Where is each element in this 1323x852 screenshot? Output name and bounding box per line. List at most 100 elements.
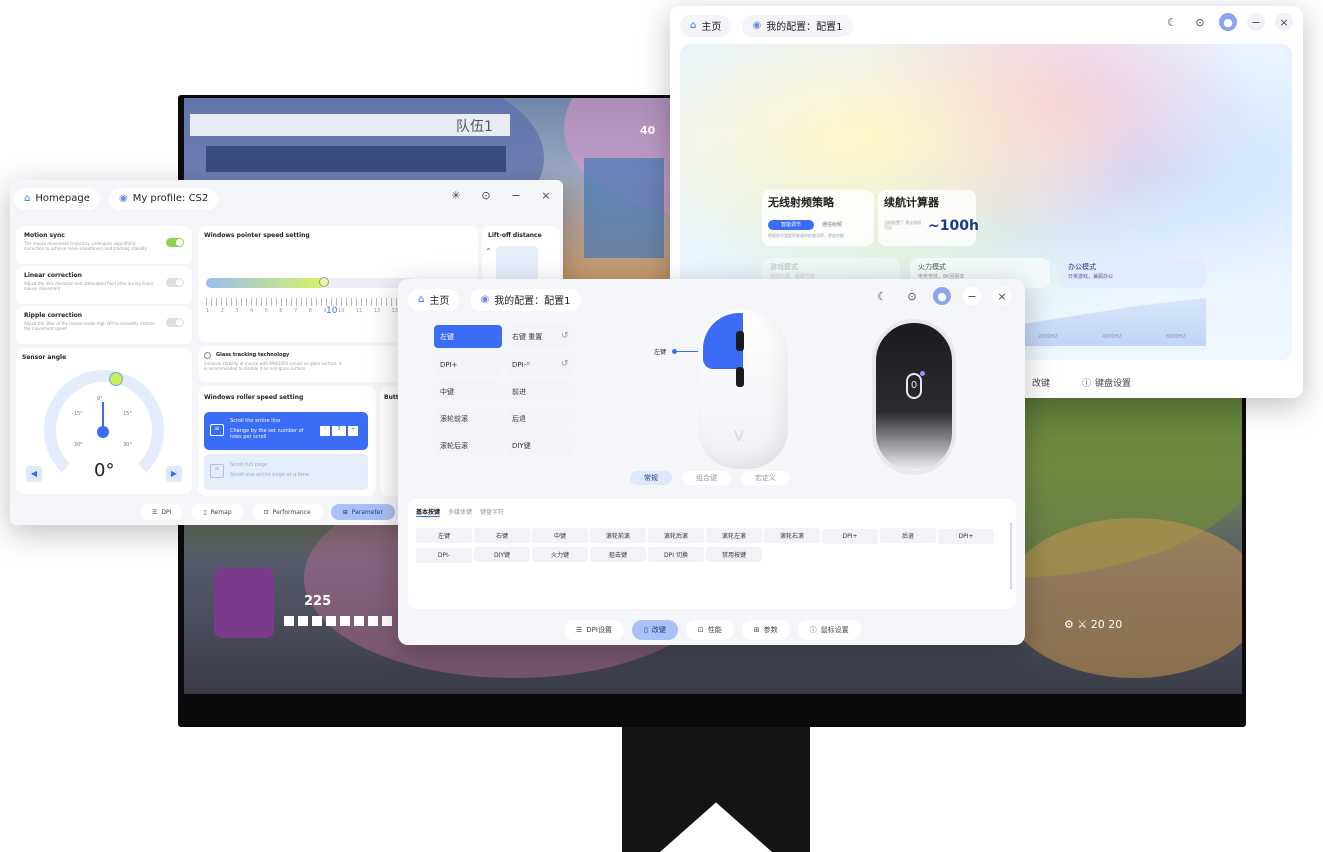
- theme-icon[interactable]: ☾: [1163, 13, 1181, 31]
- footer-remap-button[interactable]: ▯ 改键: [631, 620, 678, 640]
- profile-button[interactable]: ◉ 我的配置：配置1: [742, 14, 853, 37]
- footer-parameter-button[interactable]: ⊞ Parameter: [330, 504, 395, 520]
- key-diy[interactable]: DIY键: [506, 434, 574, 457]
- pointer-speed-scale: 1234567891011121314: [206, 308, 416, 314]
- pointer-speed-handle[interactable]: [319, 277, 329, 287]
- rf-option-smart[interactable]: 智能调节: [768, 220, 814, 230]
- settings-icon[interactable]: ⊙: [903, 287, 921, 305]
- profile-icon: ◉: [118, 193, 128, 204]
- minimize-icon[interactable]: −: [507, 186, 525, 204]
- ripple-correction-toggle[interactable]: [166, 318, 184, 327]
- key-option[interactable]: 中键: [532, 528, 588, 543]
- theme-icon[interactable]: ☾: [873, 287, 891, 305]
- reset-icon[interactable]: ↺: [561, 331, 569, 341]
- key-wheel-forward[interactable]: 滚轮前滚: [434, 407, 502, 430]
- brand-logo: V: [734, 429, 744, 445]
- roller-option-page[interactable]: ≡ Scroll full page Scroll one entire pag…: [204, 454, 368, 490]
- key-dpi-plus[interactable]: DPI+: [434, 353, 502, 376]
- stepper-value[interactable]: 3: [332, 426, 346, 436]
- tick-minus30: -30°: [72, 442, 83, 448]
- angle-increase-button[interactable]: ▶: [166, 466, 182, 482]
- performance-icon: ⊡: [263, 508, 269, 516]
- footer-dpi-button[interactable]: ☰ DPI设置: [564, 620, 624, 640]
- footer-remap-button[interactable]: ▯ Remap: [191, 504, 244, 520]
- footer-parameter-button[interactable]: ⊞ 参数: [741, 620, 790, 640]
- roller-stepper[interactable]: - 3 +: [320, 426, 360, 436]
- roller-option-line[interactable]: ≡ Scroll the entire line Change by the s…: [204, 412, 368, 450]
- key-option[interactable]: DPI 切换: [648, 547, 704, 562]
- angle-decrease-button[interactable]: ◀: [26, 466, 42, 482]
- key-wheel-back[interactable]: 滚轮后滚: [434, 434, 502, 457]
- home-button[interactable]: ⌂ 主页: [408, 288, 460, 311]
- key-option[interactable]: 滚轮后滚: [648, 528, 704, 543]
- tick-30: 30°: [123, 442, 132, 448]
- rf-option-comm[interactable]: 通信射频: [822, 220, 842, 230]
- footer-remap-button[interactable]: 改键: [1020, 372, 1063, 392]
- avatar[interactable]: ●: [1219, 13, 1237, 31]
- motion-sync-toggle[interactable]: [166, 238, 184, 247]
- angle-knob[interactable]: [109, 372, 123, 386]
- avatar[interactable]: ●: [933, 287, 951, 305]
- footer-mouse-settings-button[interactable]: ⓘ 鼠标设置: [797, 620, 861, 640]
- key-option[interactable]: DIY键: [474, 547, 530, 562]
- footer-dpi-button[interactable]: ☰ DPI: [140, 504, 184, 520]
- list-icon: ≡: [210, 424, 224, 436]
- scale-tick: 7: [294, 308, 298, 314]
- search-icon[interactable]: ⌕: [526, 359, 530, 369]
- key-option[interactable]: 火力键: [532, 547, 588, 562]
- footer-performance-button[interactable]: ⊡ 性能: [685, 620, 734, 640]
- footer-keyboard-settings-button[interactable]: ⓘ 键盘设置: [1070, 372, 1144, 392]
- ripple-correction-card: Ripple correction Adjust the jitter of t…: [16, 306, 192, 344]
- mode-macro[interactable]: 宏定义: [741, 471, 790, 485]
- minimize-icon[interactable]: −: [963, 287, 981, 305]
- key-option[interactable]: DPI-: [416, 548, 472, 563]
- tab-media[interactable]: 多媒体键: [448, 507, 472, 517]
- home-icon: ⌂: [24, 193, 31, 204]
- key-option[interactable]: 滚轮前滚: [590, 528, 646, 543]
- linear-correction-toggle[interactable]: [166, 278, 184, 287]
- motion-sync-card: Motion sync The mouse movement trajector…: [16, 226, 192, 264]
- mode-combo[interactable]: 组合键: [682, 471, 731, 485]
- close-icon[interactable]: ×: [1275, 13, 1293, 31]
- pointer-speed-slider[interactable]: [206, 278, 416, 288]
- settings-icon[interactable]: ⊙: [1191, 13, 1209, 31]
- scale-tick: 12: [373, 308, 381, 314]
- liftoff-up-icon[interactable]: ^: [486, 248, 491, 255]
- minimize-icon[interactable]: −: [1247, 13, 1265, 31]
- tab-keyboard[interactable]: 键盘字符: [480, 507, 504, 517]
- glass-tracking-radio[interactable]: [204, 352, 211, 359]
- profile-button[interactable]: ◉ 我的配置：配置1: [470, 288, 581, 311]
- key-option[interactable]: 滚轮右滚: [764, 528, 820, 543]
- home-button[interactable]: ⌂ 主页: [680, 14, 732, 37]
- key-back[interactable]: 后退: [506, 407, 574, 430]
- key-option[interactable]: 右键: [474, 528, 530, 543]
- angle-pivot: [97, 426, 109, 438]
- key-option[interactable]: 禁用按键: [706, 547, 762, 562]
- scale-tick: 10: [338, 308, 345, 314]
- key-option[interactable]: 后退: [880, 528, 936, 543]
- key-forward[interactable]: 前进: [506, 380, 574, 403]
- tab-basic[interactable]: 基本按键: [416, 507, 441, 517]
- close-icon[interactable]: ×: [537, 186, 555, 204]
- reset-icon[interactable]: ↺: [561, 359, 569, 369]
- key-option[interactable]: 左键: [416, 528, 472, 543]
- profile-icon: ◉: [752, 20, 762, 31]
- stepper-plus[interactable]: +: [348, 426, 358, 436]
- close-icon[interactable]: ×: [993, 287, 1011, 305]
- mode-office[interactable]: 办公模式 日常游戏，兼顾办公: [1060, 258, 1206, 288]
- key-middle[interactable]: 中键: [434, 380, 502, 403]
- brightness-icon[interactable]: ✳: [447, 186, 465, 204]
- key-option[interactable]: 滚轮左滚: [706, 528, 762, 543]
- key-option[interactable]: 狙击键: [590, 547, 646, 562]
- mode-normal[interactable]: 常规: [630, 471, 672, 485]
- stepper-minus[interactable]: -: [320, 426, 330, 436]
- angle-value: 0°: [94, 460, 115, 481]
- footer-performance-button[interactable]: ⊡ Performance: [251, 504, 323, 520]
- home-button[interactable]: ⌂ Homepage: [14, 187, 100, 210]
- scale-tick: 3: [235, 308, 239, 314]
- settings-icon[interactable]: ⊙: [477, 186, 495, 204]
- profile-button[interactable]: ◉ My profile: CS2: [108, 187, 219, 210]
- scrollbar[interactable]: [1010, 523, 1012, 589]
- grid-icon: ⊞: [342, 508, 348, 516]
- key-left[interactable]: 左键: [434, 325, 502, 348]
